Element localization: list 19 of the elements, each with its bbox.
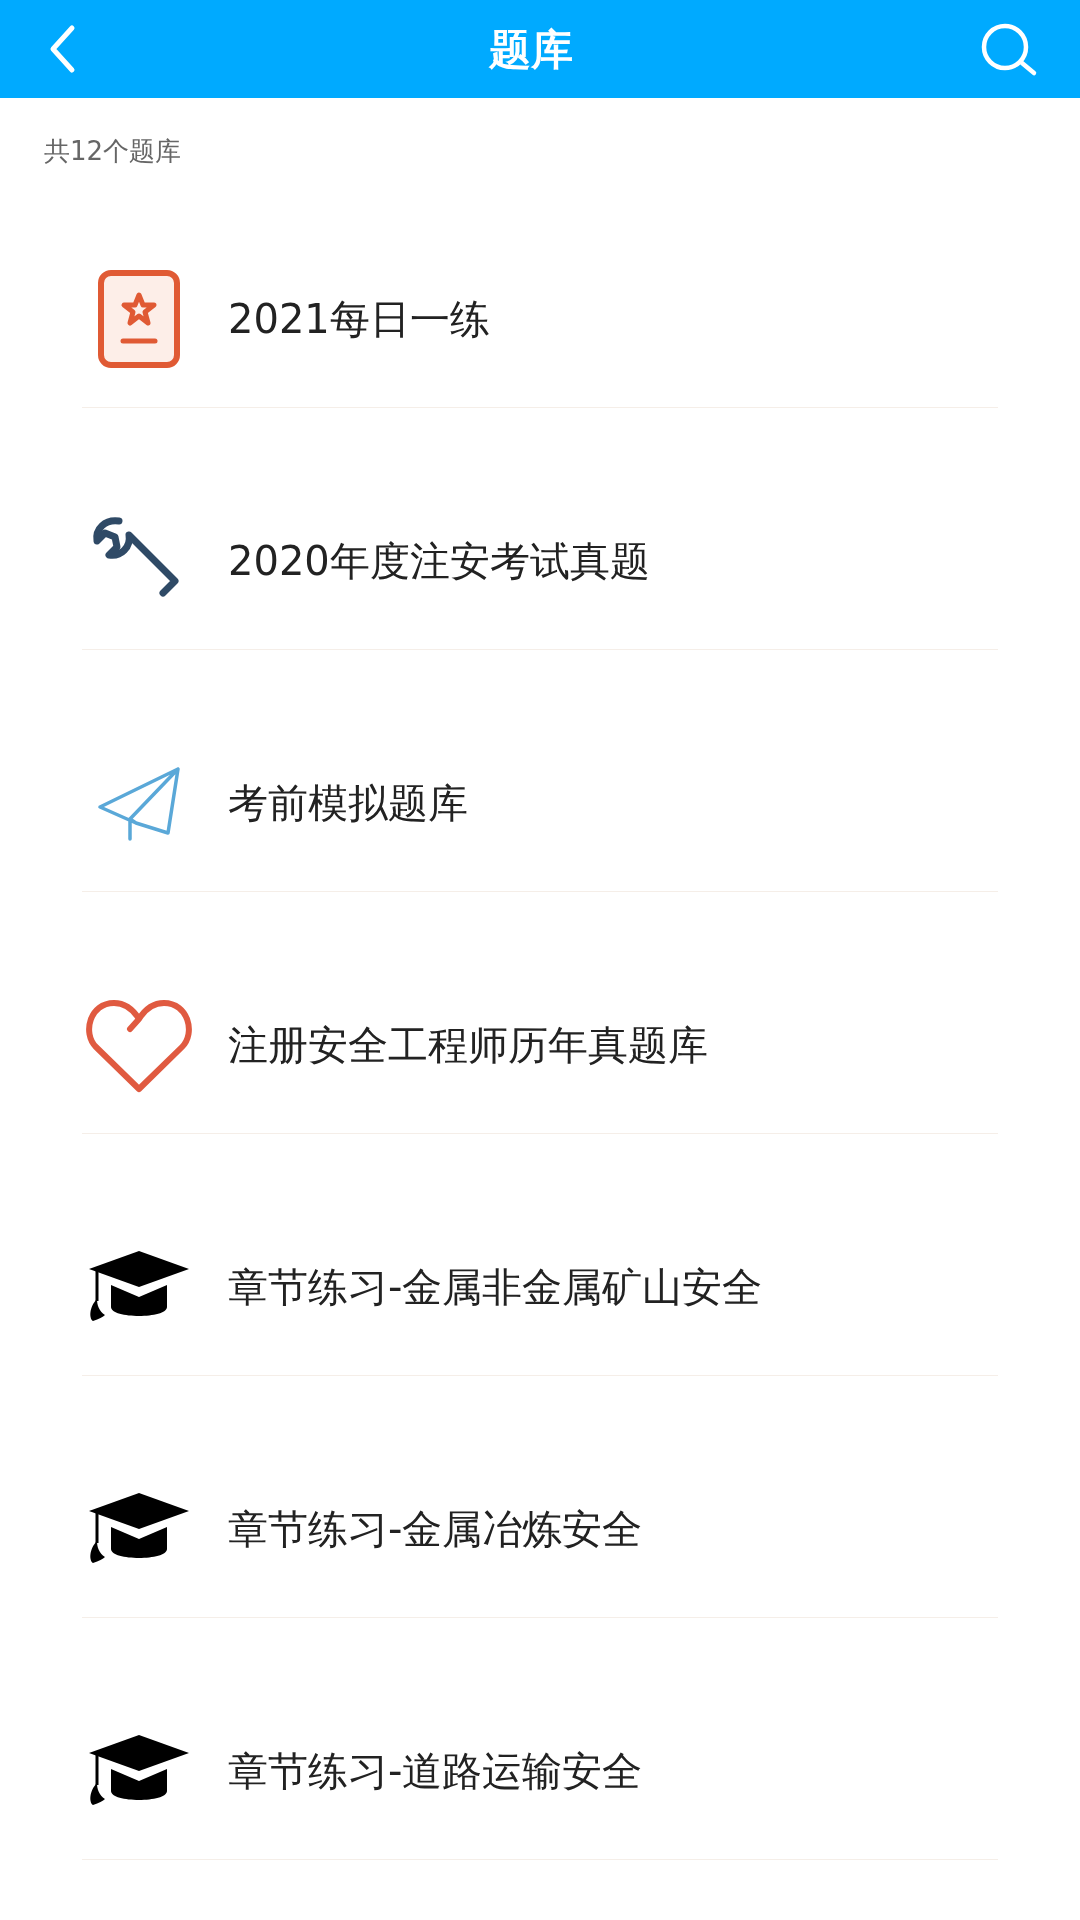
back-icon <box>48 24 76 74</box>
page-title: 题库 <box>489 23 573 76</box>
question-bank-item[interactable]: 考前模拟题库 <box>82 714 998 892</box>
bank-count: 共12个题库 <box>44 136 182 166</box>
question-bank-item[interactable]: 2020年度注安考试真题 <box>82 472 998 650</box>
question-bank-item[interactable]: 2021每日一练 <box>82 230 998 408</box>
question-bank-item[interactable]: 章节练习-道路运输安全 <box>82 1682 998 1860</box>
star-card-icon <box>97 268 181 369</box>
item-label: 章节练习-金属非金属矿山安全 <box>228 1262 763 1312</box>
item-label: 章节练习-金属冶炼安全 <box>228 1504 643 1554</box>
item-label: 注册安全工程师历年真题库 <box>228 1020 708 1070</box>
question-bank-item[interactable]: 章节练习-金属非金属矿山安全 <box>82 1198 998 1376</box>
item-label: 2020年度注安考试真题 <box>228 536 650 586</box>
item-label: 2021每日一练 <box>228 294 490 344</box>
item-label: 章节练习-道路运输安全 <box>228 1746 643 1796</box>
search-icon <box>979 21 1039 77</box>
question-bank-item[interactable]: 注册安全工程师历年真题库 <box>82 956 998 1134</box>
question-bank-item[interactable]: 章节练习-金属冶炼安全 <box>82 1440 998 1618</box>
item-label: 考前模拟题库 <box>228 778 468 828</box>
